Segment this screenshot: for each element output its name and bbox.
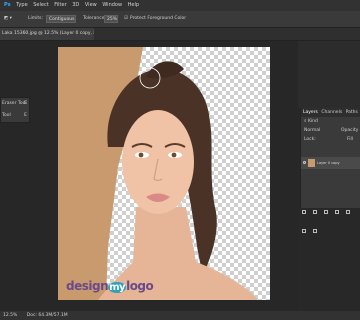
- options-bar: ◩ ▾ Limits: Contiguous Tolerance: 25% ☑ …: [0, 11, 360, 28]
- tool-flyout-shortcut: E: [24, 101, 27, 106]
- tab-channels[interactable]: Channels: [321, 108, 342, 117]
- tab-paths[interactable]: Paths: [346, 108, 358, 117]
- link-icon[interactable]: [302, 210, 306, 214]
- document-canvas[interactable]: designmylogo: [58, 47, 270, 300]
- tool-flyout-label: Tool: [2, 113, 11, 118]
- doc-info: Doc: 64.3M/57.1M: [26, 313, 68, 318]
- tool-flyout-item[interactable]: Eraser Tool E: [1, 98, 29, 110]
- search-icon: ⌕: [304, 119, 307, 124]
- tool-flyout-label: Eraser Tool: [2, 101, 27, 106]
- protect-checkbox[interactable]: ☑: [124, 11, 128, 27]
- tolerance-label: Tolerance:: [83, 16, 106, 21]
- protect-label: Protect Foreground Color: [130, 16, 187, 21]
- menu-window[interactable]: Window: [102, 0, 122, 11]
- mask-icon[interactable]: [324, 210, 329, 214]
- tool-flyout: Eraser Tool E Tool E: [0, 97, 30, 123]
- kind-filter-row[interactable]: ⌕ Kind: [301, 117, 360, 126]
- menu-view[interactable]: View: [85, 0, 97, 11]
- layer-name: Layer 0 copy: [317, 161, 340, 165]
- menu-bar: Ps Type Select Filter 3D View Window Hel…: [0, 0, 360, 11]
- watermark-logo: designmylogo: [66, 279, 154, 293]
- document-tab-bar: Laka 15360.jpg @ 12.5% (Layer 0 copy, RG…: [0, 28, 360, 41]
- right-dock-empty: [298, 41, 360, 108]
- status-bar: 12.5% Doc: 64.3M/57.1M: [0, 311, 360, 320]
- adjustment-icon[interactable]: [335, 210, 340, 214]
- tolerance-input[interactable]: 25%: [104, 15, 118, 23]
- kind-filter-label: Kind: [307, 119, 318, 124]
- fill-label: Fill: [347, 137, 354, 142]
- menu-3d[interactable]: 3D: [72, 0, 79, 11]
- layer-item[interactable]: Layer 0 copy: [301, 157, 360, 169]
- tool-flyout-shortcut: E: [24, 113, 27, 118]
- photo-image: [58, 47, 258, 300]
- layer-thumbnail: [308, 159, 315, 167]
- document-tab[interactable]: Laka 15360.jpg @ 12.5% (Layer 0 copy, RG…: [0, 28, 94, 40]
- watermark-part-2: my: [108, 282, 127, 293]
- blend-mode-row[interactable]: Normal Opacity: [301, 126, 360, 135]
- lock-row: Lock: Fill: [301, 135, 360, 144]
- limits-label: Limits:: [28, 16, 44, 21]
- fx-icon[interactable]: [313, 210, 318, 214]
- watermark-part-1: design: [66, 279, 109, 293]
- menu-filter[interactable]: Filter: [54, 0, 66, 11]
- layers-panel-footer: [302, 199, 360, 233]
- tool-flyout-item[interactable]: Tool E: [1, 110, 29, 122]
- blend-mode-select[interactable]: Normal: [304, 128, 320, 133]
- folder-icon[interactable]: [346, 210, 351, 214]
- menu-help[interactable]: Help: [128, 0, 139, 11]
- tool-preset-icon[interactable]: ◩ ▾: [4, 11, 12, 27]
- new-layer-icon[interactable]: [302, 229, 306, 233]
- trash-icon[interactable]: [313, 229, 318, 233]
- eye-icon[interactable]: [303, 161, 306, 164]
- zoom-level[interactable]: 12.5%: [3, 313, 17, 318]
- menu-type[interactable]: Type: [16, 0, 27, 11]
- lock-label: Lock:: [304, 137, 316, 142]
- app-logo[interactable]: Ps: [4, 0, 11, 11]
- opacity-label: Opacity: [341, 128, 359, 133]
- limits-select[interactable]: Contiguous: [46, 15, 76, 23]
- layers-panel-tabs: Layers Channels Paths: [301, 108, 360, 117]
- tab-layers[interactable]: Layers: [303, 108, 318, 117]
- watermark-part-3: logo: [126, 279, 154, 293]
- menu-select[interactable]: Select: [33, 0, 48, 11]
